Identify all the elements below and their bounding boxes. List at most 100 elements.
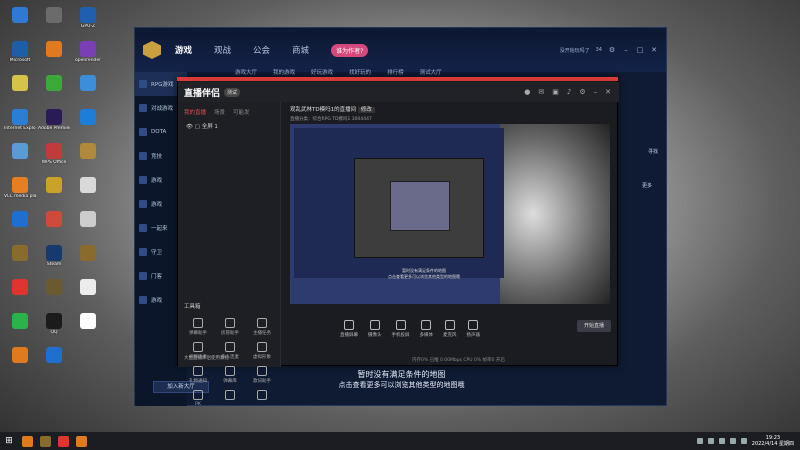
desktop-icon[interactable] [72,208,104,242]
settings-icon[interactable]: ⚙ [579,88,585,96]
maximize-icon[interactable]: □ [636,46,644,54]
desktop-icon[interactable]: VLC media player [4,174,36,208]
stream-preview[interactable]: 暂时没有满足条件的地图 点击查看更多可以浏览其他类型的地图哦 [290,124,610,304]
taskbar-app[interactable] [18,432,36,450]
sidebar-item-label: 竞技 [151,154,163,160]
tab-sources[interactable]: 可能发 [233,108,250,116]
tool-button[interactable]: 虚拟形象 [246,340,278,364]
sub-tab[interactable]: 好玩游戏 [311,68,333,76]
desktop-icon[interactable] [72,310,104,344]
sub-tab[interactable]: 找好玩的 [349,68,371,76]
desktop-icon[interactable] [38,72,70,106]
tool-button[interactable]: PK [182,388,214,412]
tool-button[interactable]: 礼物通知 [182,364,214,388]
edit-title-button[interactable]: 修改 [357,107,375,113]
preview-subtitle: 暂时没有满足条件的地图 点击查看更多可以浏览其他类型的地图哦 [364,268,484,280]
desktop-icon[interactable]: Microsoft [4,38,36,72]
desktop-icon[interactable] [72,72,104,106]
taskbar-app[interactable] [54,432,72,450]
desktop-icon[interactable]: Adobe Premiere [38,106,70,140]
desktop-icon[interactable] [38,174,70,208]
app-icon [12,279,28,295]
sub-tab[interactable]: 测试大厅 [420,68,442,76]
taskbar-app[interactable] [36,432,54,450]
nav-store[interactable]: 商城 [292,44,309,56]
tray-icon[interactable] [696,438,703,444]
tool-button[interactable]: 歌词助手 [246,364,278,388]
tool-button[interactable] [246,388,278,412]
tool-button[interactable]: 主播任务 [246,316,278,340]
author-badge[interactable]: 谁为作者? [331,43,369,57]
tool-label: 主播任务 [253,331,271,336]
desktop-icon[interactable] [38,38,70,72]
desktop-icon[interactable] [72,242,104,276]
settings-icon[interactable]: ⚙ [608,46,616,54]
close-icon[interactable]: ✕ [605,88,611,96]
tool-button[interactable]: 房管助手 [214,316,246,340]
desktop-icon[interactable] [4,344,36,378]
desktop-icon[interactable] [72,276,104,310]
close-icon[interactable]: ✕ [650,46,658,54]
source-button[interactable]: 摄像头 [368,320,382,338]
tab-scenes[interactable]: 场景 [214,108,225,116]
desktop-icon[interactable]: GPU-Z [72,4,104,38]
tab-my-stream[interactable]: 我的直播 [184,108,206,116]
source-button[interactable]: 麦克风 [443,320,457,338]
taskbar-app[interactable] [72,432,90,450]
minimize-icon[interactable]: – [594,88,598,96]
app-icon [12,7,28,23]
tray-icon[interactable] [707,438,714,444]
message-icon[interactable]: ✉ [538,88,544,96]
bell-icon[interactable]: ♪ [567,88,571,96]
desktop-icon[interactable] [38,4,70,38]
app-icon [46,211,62,227]
platform-logo-icon[interactable] [143,41,161,59]
tutorial-link[interactable]: 大鱼直播伴侣使用教程 [184,355,229,361]
desktop-icon[interactable] [4,140,36,174]
source-button[interactable]: 直播屏幕 [340,320,358,338]
user-name[interactable]: 没开始玩吗了 [560,47,590,54]
clock[interactable]: 19:23 2022/4/14 星期四 [752,435,794,447]
network-icon[interactable] [729,438,736,444]
desktop-icon[interactable] [4,242,36,276]
sub-tab[interactable]: 游戏大厅 [235,68,257,76]
minimize-icon[interactable]: – [622,46,630,54]
app-icon [12,143,28,159]
app-icon [12,211,28,227]
desktop-icon[interactable] [4,72,36,106]
tool-button[interactable]: 弹幕库 [214,364,246,388]
desktop-icon[interactable] [38,344,70,378]
avatar[interactable]: ● [524,88,530,96]
desktop-icon[interactable] [38,276,70,310]
tool-button[interactable] [214,388,246,412]
desktop-icon[interactable]: WPS Office [38,140,70,174]
tool-button[interactable]: 弹幕助手 [182,316,214,340]
nav-spectate[interactable]: 观战 [214,44,231,56]
scene-item[interactable]: 👁 ▢ 全屏 1 [178,120,280,132]
layout-icon[interactable]: ▣ [552,88,559,96]
desktop-icon[interactable] [4,310,36,344]
volume-icon[interactable] [740,438,747,444]
desktop-icon[interactable]: Internet Explorer [4,106,36,140]
desktop-icon[interactable] [72,106,104,140]
desktop-icon[interactable] [4,4,36,38]
more-button[interactable]: 更多 [642,182,652,189]
start-stream-button[interactable]: 开始直播 [577,320,611,332]
nav-guild[interactable]: 公会 [253,44,270,56]
source-button[interactable]: 手机投屏 [392,320,410,338]
tray-icon[interactable] [718,438,725,444]
desktop-icon[interactable] [4,208,36,242]
desktop-icon[interactable]: openrender [72,38,104,72]
desktop-icon[interactable]: QQ [38,310,70,344]
desktop-icon[interactable] [38,208,70,242]
nav-games[interactable]: 游戏 [175,44,192,56]
desktop-icon[interactable] [72,174,104,208]
start-button[interactable]: ⊞ [0,432,18,450]
source-button[interactable]: 多媒体 [420,320,433,338]
desktop-icon[interactable]: Steam [38,242,70,276]
sub-tab[interactable]: 我的游戏 [273,68,295,76]
sub-tab[interactable]: 排行榜 [387,68,404,76]
desktop-icon[interactable] [72,140,104,174]
source-button[interactable]: 扬声器 [467,320,480,338]
desktop-icon[interactable] [4,276,36,310]
